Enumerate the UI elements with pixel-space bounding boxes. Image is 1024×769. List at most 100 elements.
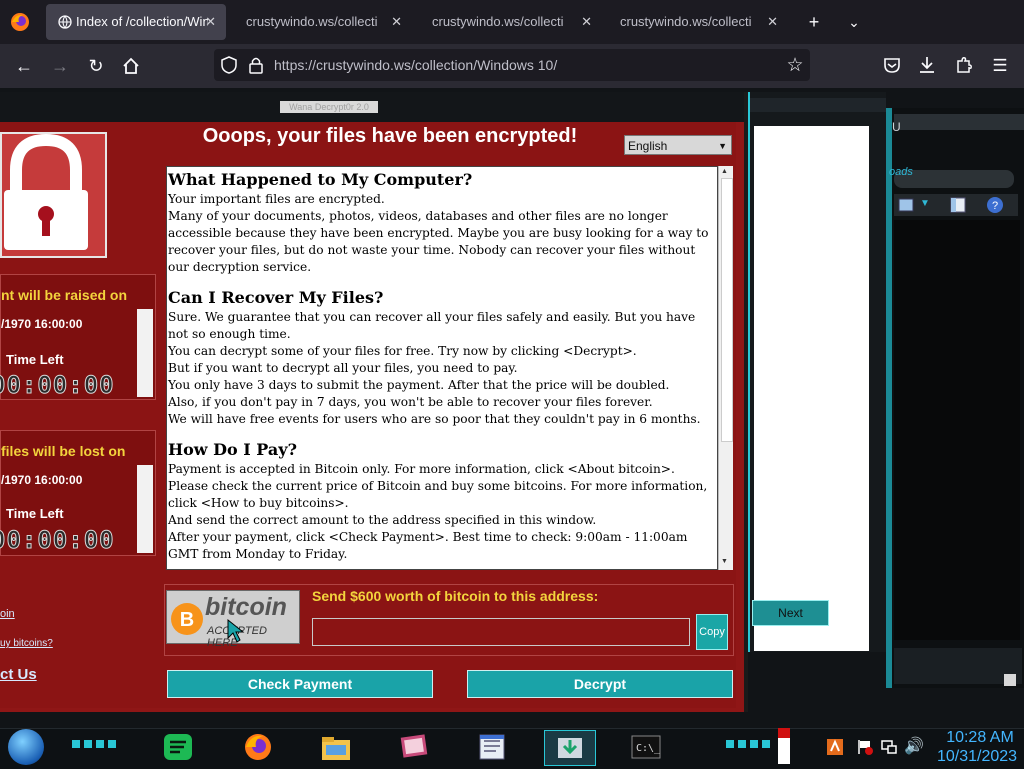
extensions-icon[interactable] xyxy=(954,55,974,75)
tab-title: Index of /collection/Win xyxy=(76,14,208,29)
paragraph: Please check the current price of Bitcoi… xyxy=(168,479,708,510)
background-window-right: U oads ▼ ? xyxy=(886,108,1024,688)
clock-date[interactable]: 10/31/2023 xyxy=(930,748,1024,766)
tab-4[interactable]: crustywindo.ws/collection/\ ✕ xyxy=(602,4,788,40)
paragraph: But if you want to decrypt all your file… xyxy=(168,361,518,375)
installer-icon[interactable] xyxy=(554,732,586,762)
start-button[interactable] xyxy=(8,729,44,765)
tab-active[interactable]: Index of /collection/Win ✕ xyxy=(46,4,226,40)
network-tray-icon[interactable] xyxy=(880,738,898,756)
help-icon[interactable]: ? xyxy=(986,196,1004,214)
tab-3[interactable]: crustywindo.ws/collection/\ ✕ xyxy=(414,4,602,40)
bitcoin-icon: B xyxy=(171,603,203,635)
lost-progress-bar xyxy=(137,465,153,553)
payment-raise-panel: nt will be raised on /1970 16:00:00 Time… xyxy=(0,274,156,400)
lost-date: /1970 16:00:00 xyxy=(1,473,83,487)
contact-us-link[interactable]: ct Us xyxy=(0,666,37,683)
check-payment-button[interactable]: Check Payment xyxy=(167,670,433,698)
files-lost-panel: files will be lost on /1970 16:00:00 Tim… xyxy=(0,430,156,556)
bitcoin-logo-subtext: ACCEPTED HERE xyxy=(207,625,267,649)
svg-text:C:\_: C:\_ xyxy=(636,743,661,754)
paragraph: You only have 3 days to submit the payme… xyxy=(168,378,670,392)
how-to-buy-link[interactable]: uy bitcoins? xyxy=(0,638,53,649)
pane-icon[interactable] xyxy=(950,197,966,213)
bookmark-star-icon[interactable]: ☆ xyxy=(780,44,810,88)
back-icon[interactable]: ← xyxy=(9,44,39,88)
raise-label: nt will be raised on xyxy=(1,287,128,303)
lock-icon[interactable] xyxy=(249,56,263,74)
send-amount-label: Send $600 worth of bitcoin to this addre… xyxy=(312,588,599,604)
reload-icon[interactable]: ↻ xyxy=(81,44,111,88)
tab-2[interactable]: crustywindo.ws/collection/\ ✕ xyxy=(228,4,412,40)
lost-time-left-label: Time Left xyxy=(6,506,64,521)
new-tab-icon[interactable]: + xyxy=(799,0,829,44)
raise-progress-bar xyxy=(137,309,153,397)
tab-title: crustywindo.ws/collection/\ xyxy=(620,14,752,29)
copy-button[interactable]: Copy xyxy=(696,614,728,650)
installer-pane xyxy=(754,126,869,651)
chevron-down-icon[interactable]: ⌄ xyxy=(839,0,869,44)
flag-tray-icon[interactable] xyxy=(856,738,874,756)
paragraph: You can decrypt some of your files for f… xyxy=(168,344,637,358)
firefox-taskbar-icon[interactable] xyxy=(242,732,274,762)
clock-time[interactable]: 10:28 AM xyxy=(936,729,1024,747)
lost-label: files will be lost on xyxy=(1,443,126,459)
section-can-i-recover: Can I Recover My Files? Sure. We guarant… xyxy=(168,288,716,428)
firefox-icon[interactable] xyxy=(10,12,30,32)
section-heading: Can I Recover My Files? xyxy=(168,288,384,307)
taskbar-decoration xyxy=(72,740,116,748)
tab-bar: Index of /collection/Win ✕ crustywindo.w… xyxy=(0,0,1024,44)
resize-grip-icon[interactable] xyxy=(1004,674,1016,686)
image-viewer-icon[interactable] xyxy=(398,732,430,762)
paragraph: Sure. We guarantee that you can recover … xyxy=(168,310,696,341)
paragraph: After your payment, click <Check Payment… xyxy=(168,530,688,561)
mouse-cursor-icon xyxy=(227,618,245,643)
terminal-icon[interactable]: C:\_ xyxy=(630,732,662,762)
forward-icon[interactable]: → xyxy=(45,44,75,88)
volume-tray-icon[interactable]: 🔊 xyxy=(904,736,924,756)
shield-icon[interactable] xyxy=(221,56,237,74)
close-tab-icon[interactable]: ✕ xyxy=(205,4,216,40)
language-select[interactable]: English ▼ xyxy=(624,135,732,155)
raise-date: /1970 16:00:00 xyxy=(1,317,83,331)
paragraph: Payment is accepted in Bitcoin only. For… xyxy=(168,462,675,476)
scroll-down-icon[interactable]: ▼ xyxy=(721,558,728,565)
paragraph: Your important files are encrypted. xyxy=(168,192,385,206)
taskbar-decoration xyxy=(726,740,770,748)
warning-tray-icon[interactable] xyxy=(826,738,844,756)
lost-timer: 00:00:00 xyxy=(0,526,115,555)
scroll-thumb[interactable] xyxy=(721,178,733,442)
pocket-icon[interactable] xyxy=(883,56,901,74)
window-caption: Wana Decrypt0r 2.0 xyxy=(280,101,378,113)
file-explorer-icon[interactable] xyxy=(320,732,352,762)
view-icon[interactable] xyxy=(898,197,914,213)
instructions-text-pane[interactable]: What Happened to My Computer? Your impor… xyxy=(166,166,718,570)
download-icon[interactable] xyxy=(918,55,936,75)
chevron-down-icon: ▼ xyxy=(718,141,727,151)
notepad-icon[interactable] xyxy=(476,732,508,762)
next-button[interactable]: Next xyxy=(752,600,829,626)
url-text[interactable]: https://crustywindo.ws/collection/Window… xyxy=(274,56,557,74)
dropdown-arrow-icon[interactable]: ▼ xyxy=(920,198,930,209)
bitcoin-address-field[interactable] xyxy=(312,618,690,646)
window-label: U xyxy=(892,120,901,134)
menu-icon[interactable]: ☰ xyxy=(985,44,1015,88)
language-value: English xyxy=(628,139,668,153)
text-scrollbar[interactable]: ▲ ▼ xyxy=(718,166,733,570)
close-tab-icon[interactable]: ✕ xyxy=(391,4,402,40)
svg-text:B: B xyxy=(180,609,194,631)
about-bitcoin-link[interactable]: oin xyxy=(0,608,15,620)
decrypt-button[interactable]: Decrypt xyxy=(467,670,733,698)
raise-time-left-label: Time Left xyxy=(6,352,64,367)
sidebar-label: oads xyxy=(889,166,913,178)
spotify-icon[interactable] xyxy=(162,732,194,762)
tab-title: crustywindo.ws/collection/\ xyxy=(246,14,378,29)
home-icon[interactable] xyxy=(121,56,141,76)
close-tab-icon[interactable]: ✕ xyxy=(581,4,592,40)
paragraph: Also, if you don't pay in 7 days, you wo… xyxy=(168,395,653,409)
globe-icon xyxy=(58,15,72,29)
close-tab-icon[interactable]: ✕ xyxy=(767,4,778,40)
paragraph: Many of your documents, photos, videos, … xyxy=(168,209,709,274)
paragraph: And send the correct amount to the addre… xyxy=(168,513,597,527)
scroll-up-icon[interactable]: ▲ xyxy=(721,168,728,175)
